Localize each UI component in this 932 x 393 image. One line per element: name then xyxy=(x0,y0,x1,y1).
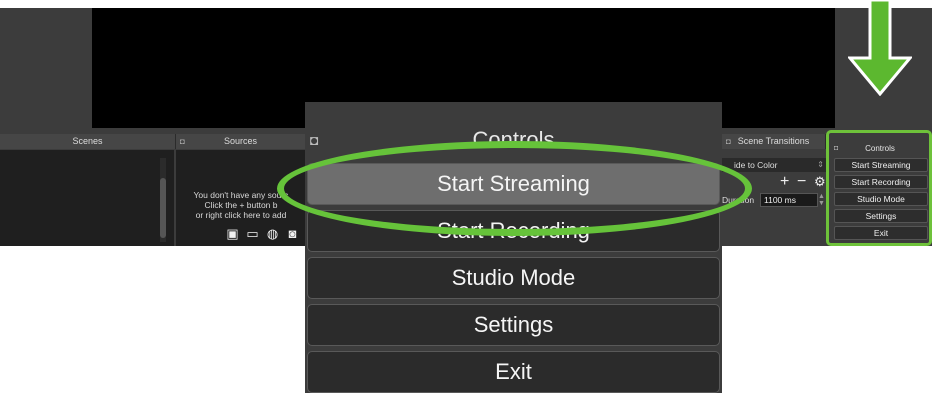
sources-dock-title: Sources xyxy=(223,136,258,146)
remove-transition-icon[interactable]: − xyxy=(797,174,806,190)
undock-icon[interactable]: ◘ xyxy=(310,118,318,162)
scenes-dock-header: Scenes xyxy=(0,134,176,149)
sources-dock-header: ◘ Sources xyxy=(176,134,306,149)
highlight-box xyxy=(826,130,932,246)
zoom-exit-button[interactable]: Exit xyxy=(307,351,720,393)
image-icon: ▣ xyxy=(226,226,239,241)
scene-transitions-header: ◘ Scene Transitions xyxy=(722,134,826,149)
duration-field[interactable] xyxy=(760,193,818,207)
display-icon: ▭ xyxy=(246,226,259,241)
chevron-updown-icon: ⇕ xyxy=(817,160,824,169)
zoom-studio-mode-button[interactable]: Studio Mode xyxy=(307,257,720,299)
scenes-scrollbar-thumb[interactable] xyxy=(160,178,166,238)
globe-icon: ◍ xyxy=(266,226,279,241)
spin-icon[interactable]: ▲ ▼ xyxy=(818,193,825,207)
zoom-settings-button[interactable]: Settings xyxy=(307,304,720,346)
camera-icon: ◙ xyxy=(288,226,297,241)
source-type-icons: ▣ ▭ ◍ ◙ xyxy=(224,226,301,241)
scenes-list[interactable] xyxy=(0,150,174,246)
transition-select-value: ide to Color xyxy=(734,160,778,170)
scene-transitions-title: Scene Transitions xyxy=(737,136,810,146)
undock-icon[interactable]: ◘ xyxy=(726,134,731,149)
scenes-dock-title: Scenes xyxy=(72,136,103,146)
down-arrow-icon xyxy=(848,0,912,96)
highlight-ellipse xyxy=(277,141,752,236)
hint-line: or right click here to add xyxy=(195,210,287,220)
transition-select[interactable]: ide to Color ⇕ xyxy=(722,158,826,172)
gear-icon[interactable]: ⚙ xyxy=(814,174,826,190)
undock-icon[interactable]: ◘ xyxy=(180,134,185,149)
add-transition-icon[interactable]: + xyxy=(780,174,789,190)
